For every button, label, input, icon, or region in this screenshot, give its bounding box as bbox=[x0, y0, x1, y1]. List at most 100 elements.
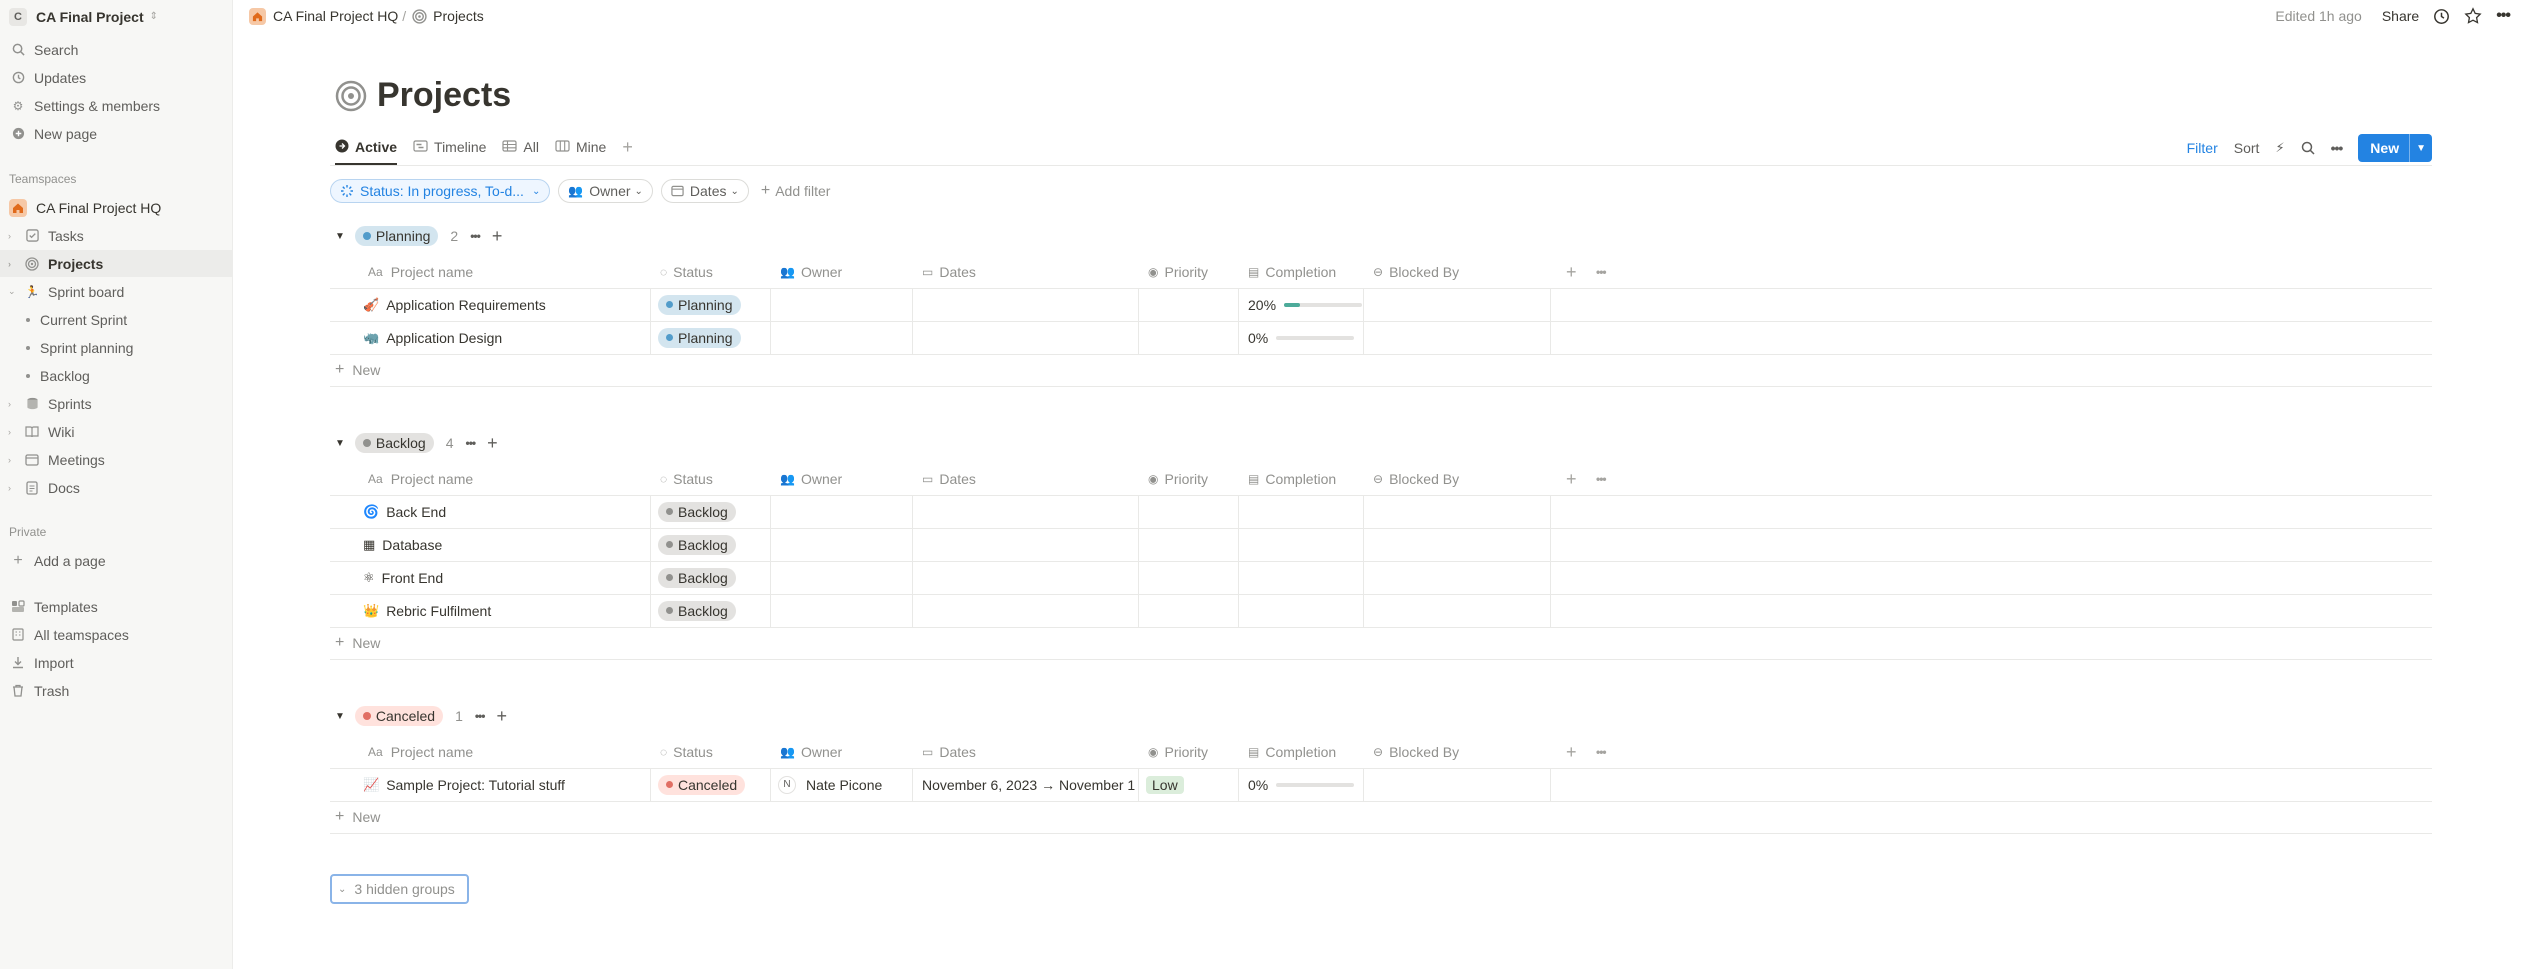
sidebar-item-tasks[interactable]: › Tasks bbox=[0, 222, 233, 249]
sidebar-item-docs[interactable]: › Docs bbox=[0, 474, 233, 501]
new-button[interactable]: New ▼ bbox=[2358, 134, 2432, 162]
triangle-down-icon[interactable]: ▼ bbox=[335, 231, 345, 242]
column-header-priority[interactable]: ◉ Priority bbox=[1148, 256, 1208, 288]
column-header-dates[interactable]: ▭ Dates bbox=[922, 736, 976, 768]
dates-cell[interactable]: November 6, 2023 → November 1 bbox=[922, 768, 1136, 801]
chevron-down-icon[interactable]: ▼ bbox=[2409, 134, 2432, 162]
add-column-button[interactable]: + bbox=[1566, 256, 1577, 288]
project-name[interactable]: Application Design bbox=[386, 330, 502, 346]
more-icon[interactable]: ••• bbox=[470, 229, 481, 243]
column-header-name[interactable]: Aa Project name bbox=[368, 463, 473, 495]
project-name[interactable]: Rebric Fulfilment bbox=[386, 603, 491, 619]
column-header-name[interactable]: Aa Project name bbox=[368, 736, 473, 768]
project-name-cell[interactable]: ⚛ Front End bbox=[363, 561, 443, 594]
project-name[interactable]: Front End bbox=[382, 570, 443, 586]
tab-mine[interactable]: Mine bbox=[555, 132, 606, 162]
sidebar-settings[interactable]: ⚙ Settings & members bbox=[0, 92, 233, 119]
chevron-right-icon[interactable]: › bbox=[8, 483, 11, 493]
sidebar-item-sprint-board[interactable]: ⌄ 🏃 Sprint board bbox=[0, 278, 233, 305]
breadcrumb-page[interactable]: Projects bbox=[433, 8, 484, 24]
hidden-groups-button[interactable]: ⌄ 3 hidden groups bbox=[330, 874, 469, 904]
owner-filter-pill[interactable]: 👥 Owner ⌄ bbox=[558, 179, 653, 203]
table-row[interactable] bbox=[330, 528, 2432, 561]
plus-icon[interactable]: + bbox=[492, 226, 503, 247]
plus-icon[interactable]: + bbox=[487, 433, 498, 454]
table-row[interactable] bbox=[330, 561, 2432, 594]
search-icon[interactable] bbox=[2301, 141, 2315, 155]
project-name-cell[interactable]: 👑 Rebric Fulfilment bbox=[363, 594, 491, 627]
sidebar-search[interactable]: Search bbox=[0, 36, 233, 63]
tab-all[interactable]: All bbox=[502, 132, 539, 162]
project-name-cell[interactable]: 📈 Sample Project: Tutorial stuff bbox=[363, 768, 565, 801]
column-header-status[interactable]: ◌ Status bbox=[660, 736, 713, 768]
status-cell[interactable]: Backlog bbox=[658, 495, 736, 528]
completion-cell[interactable]: 0% bbox=[1248, 768, 1355, 801]
column-header-name[interactable]: Aa Project name bbox=[368, 256, 473, 288]
chevron-right-icon[interactable]: › bbox=[8, 399, 11, 409]
workspace-switcher[interactable]: C CA Final Project ⇕ bbox=[0, 3, 233, 30]
page-title[interactable]: Projects bbox=[377, 76, 511, 115]
sidebar-templates[interactable]: Templates bbox=[0, 593, 233, 620]
breadcrumb-teamspace[interactable]: CA Final Project HQ bbox=[273, 8, 398, 24]
more-icon[interactable]: ••• bbox=[1596, 256, 1607, 288]
plus-icon[interactable]: + bbox=[496, 706, 507, 727]
completion-cell[interactable]: 0% bbox=[1248, 321, 1355, 354]
tab-timeline[interactable]: Timeline bbox=[413, 132, 486, 162]
table-row[interactable] bbox=[330, 594, 2432, 627]
column-header-blocked-by[interactable]: ⊖ Blocked By bbox=[1373, 256, 1459, 288]
star-icon[interactable] bbox=[2464, 7, 2482, 25]
project-name[interactable]: Database bbox=[382, 537, 442, 553]
column-header-blocked-by[interactable]: ⊖ Blocked By bbox=[1373, 463, 1459, 495]
add-column-button[interactable]: + bbox=[1566, 736, 1577, 768]
more-icon[interactable]: ••• bbox=[1596, 463, 1607, 495]
sidebar-item-backlog[interactable]: Backlog bbox=[0, 362, 233, 389]
new-row-button[interactable]: + New bbox=[335, 627, 380, 659]
share-button[interactable]: Share bbox=[2382, 8, 2419, 24]
sidebar-item-sprint-planning[interactable]: Sprint planning bbox=[0, 334, 233, 361]
history-icon[interactable] bbox=[2433, 8, 2450, 25]
sidebar-import[interactable]: Import bbox=[0, 649, 233, 676]
filter-button[interactable]: Filter bbox=[2187, 140, 2218, 156]
sidebar-item-meetings[interactable]: › Meetings bbox=[0, 446, 233, 473]
column-header-blocked-by[interactable]: ⊖ Blocked By bbox=[1373, 736, 1459, 768]
sidebar-item-current-sprint[interactable]: Current Sprint bbox=[0, 306, 233, 333]
dates-cell[interactable] bbox=[922, 321, 1136, 354]
table-row[interactable] bbox=[330, 495, 2432, 528]
dates-cell[interactable] bbox=[922, 594, 1136, 627]
add-view-button[interactable]: + bbox=[622, 132, 633, 162]
status-cell[interactable]: Backlog bbox=[658, 561, 736, 594]
sidebar-updates[interactable]: Updates bbox=[0, 64, 233, 91]
project-name-cell[interactable]: 🦏 Application Design bbox=[363, 321, 502, 354]
status-cell[interactable]: Planning bbox=[658, 321, 741, 354]
chevron-right-icon[interactable]: › bbox=[8, 455, 11, 465]
sidebar-trash[interactable]: Trash bbox=[0, 677, 233, 704]
sidebar-new-page[interactable]: New page bbox=[0, 120, 233, 147]
completion-cell[interactable]: 20% bbox=[1248, 288, 1363, 321]
more-icon[interactable]: ••• bbox=[2331, 140, 2344, 156]
chevron-down-icon[interactable]: ⌄ bbox=[8, 286, 16, 297]
status-cell[interactable]: Backlog bbox=[658, 594, 736, 627]
status-cell[interactable]: Planning bbox=[658, 288, 741, 321]
triangle-down-icon[interactable]: ▼ bbox=[335, 438, 345, 449]
project-name-cell[interactable]: 🌀 Back End bbox=[363, 495, 446, 528]
column-header-completion[interactable]: ▤ Completion bbox=[1248, 736, 1336, 768]
sidebar-item-sprints[interactable]: › Sprints bbox=[0, 390, 233, 417]
dates-cell[interactable] bbox=[922, 561, 1136, 594]
column-header-dates[interactable]: ▭ Dates bbox=[922, 256, 976, 288]
status-cell[interactable]: Backlog bbox=[658, 528, 736, 561]
sort-button[interactable]: Sort bbox=[2234, 140, 2260, 156]
status-cell[interactable]: Canceled bbox=[658, 768, 746, 801]
dates-cell[interactable] bbox=[922, 495, 1136, 528]
table-row[interactable] bbox=[330, 768, 2432, 801]
chevron-right-icon[interactable]: › bbox=[8, 231, 11, 241]
sidebar-all-teamspaces[interactable]: All teamspaces bbox=[0, 621, 233, 648]
triangle-down-icon[interactable]: ▼ bbox=[335, 711, 345, 722]
project-name[interactable]: Sample Project: Tutorial stuff bbox=[386, 777, 565, 793]
sidebar-item-projects[interactable]: › Projects bbox=[0, 250, 233, 277]
column-header-owner[interactable]: 👥 Owner bbox=[780, 463, 842, 495]
chevron-right-icon[interactable]: › bbox=[8, 427, 11, 437]
column-header-status[interactable]: ◌ Status bbox=[660, 463, 713, 495]
status-filter-pill[interactable]: Status: In progress, To-d... ⌄ bbox=[330, 179, 551, 203]
table-row[interactable] bbox=[330, 321, 2432, 354]
column-header-priority[interactable]: ◉ Priority bbox=[1148, 736, 1208, 768]
